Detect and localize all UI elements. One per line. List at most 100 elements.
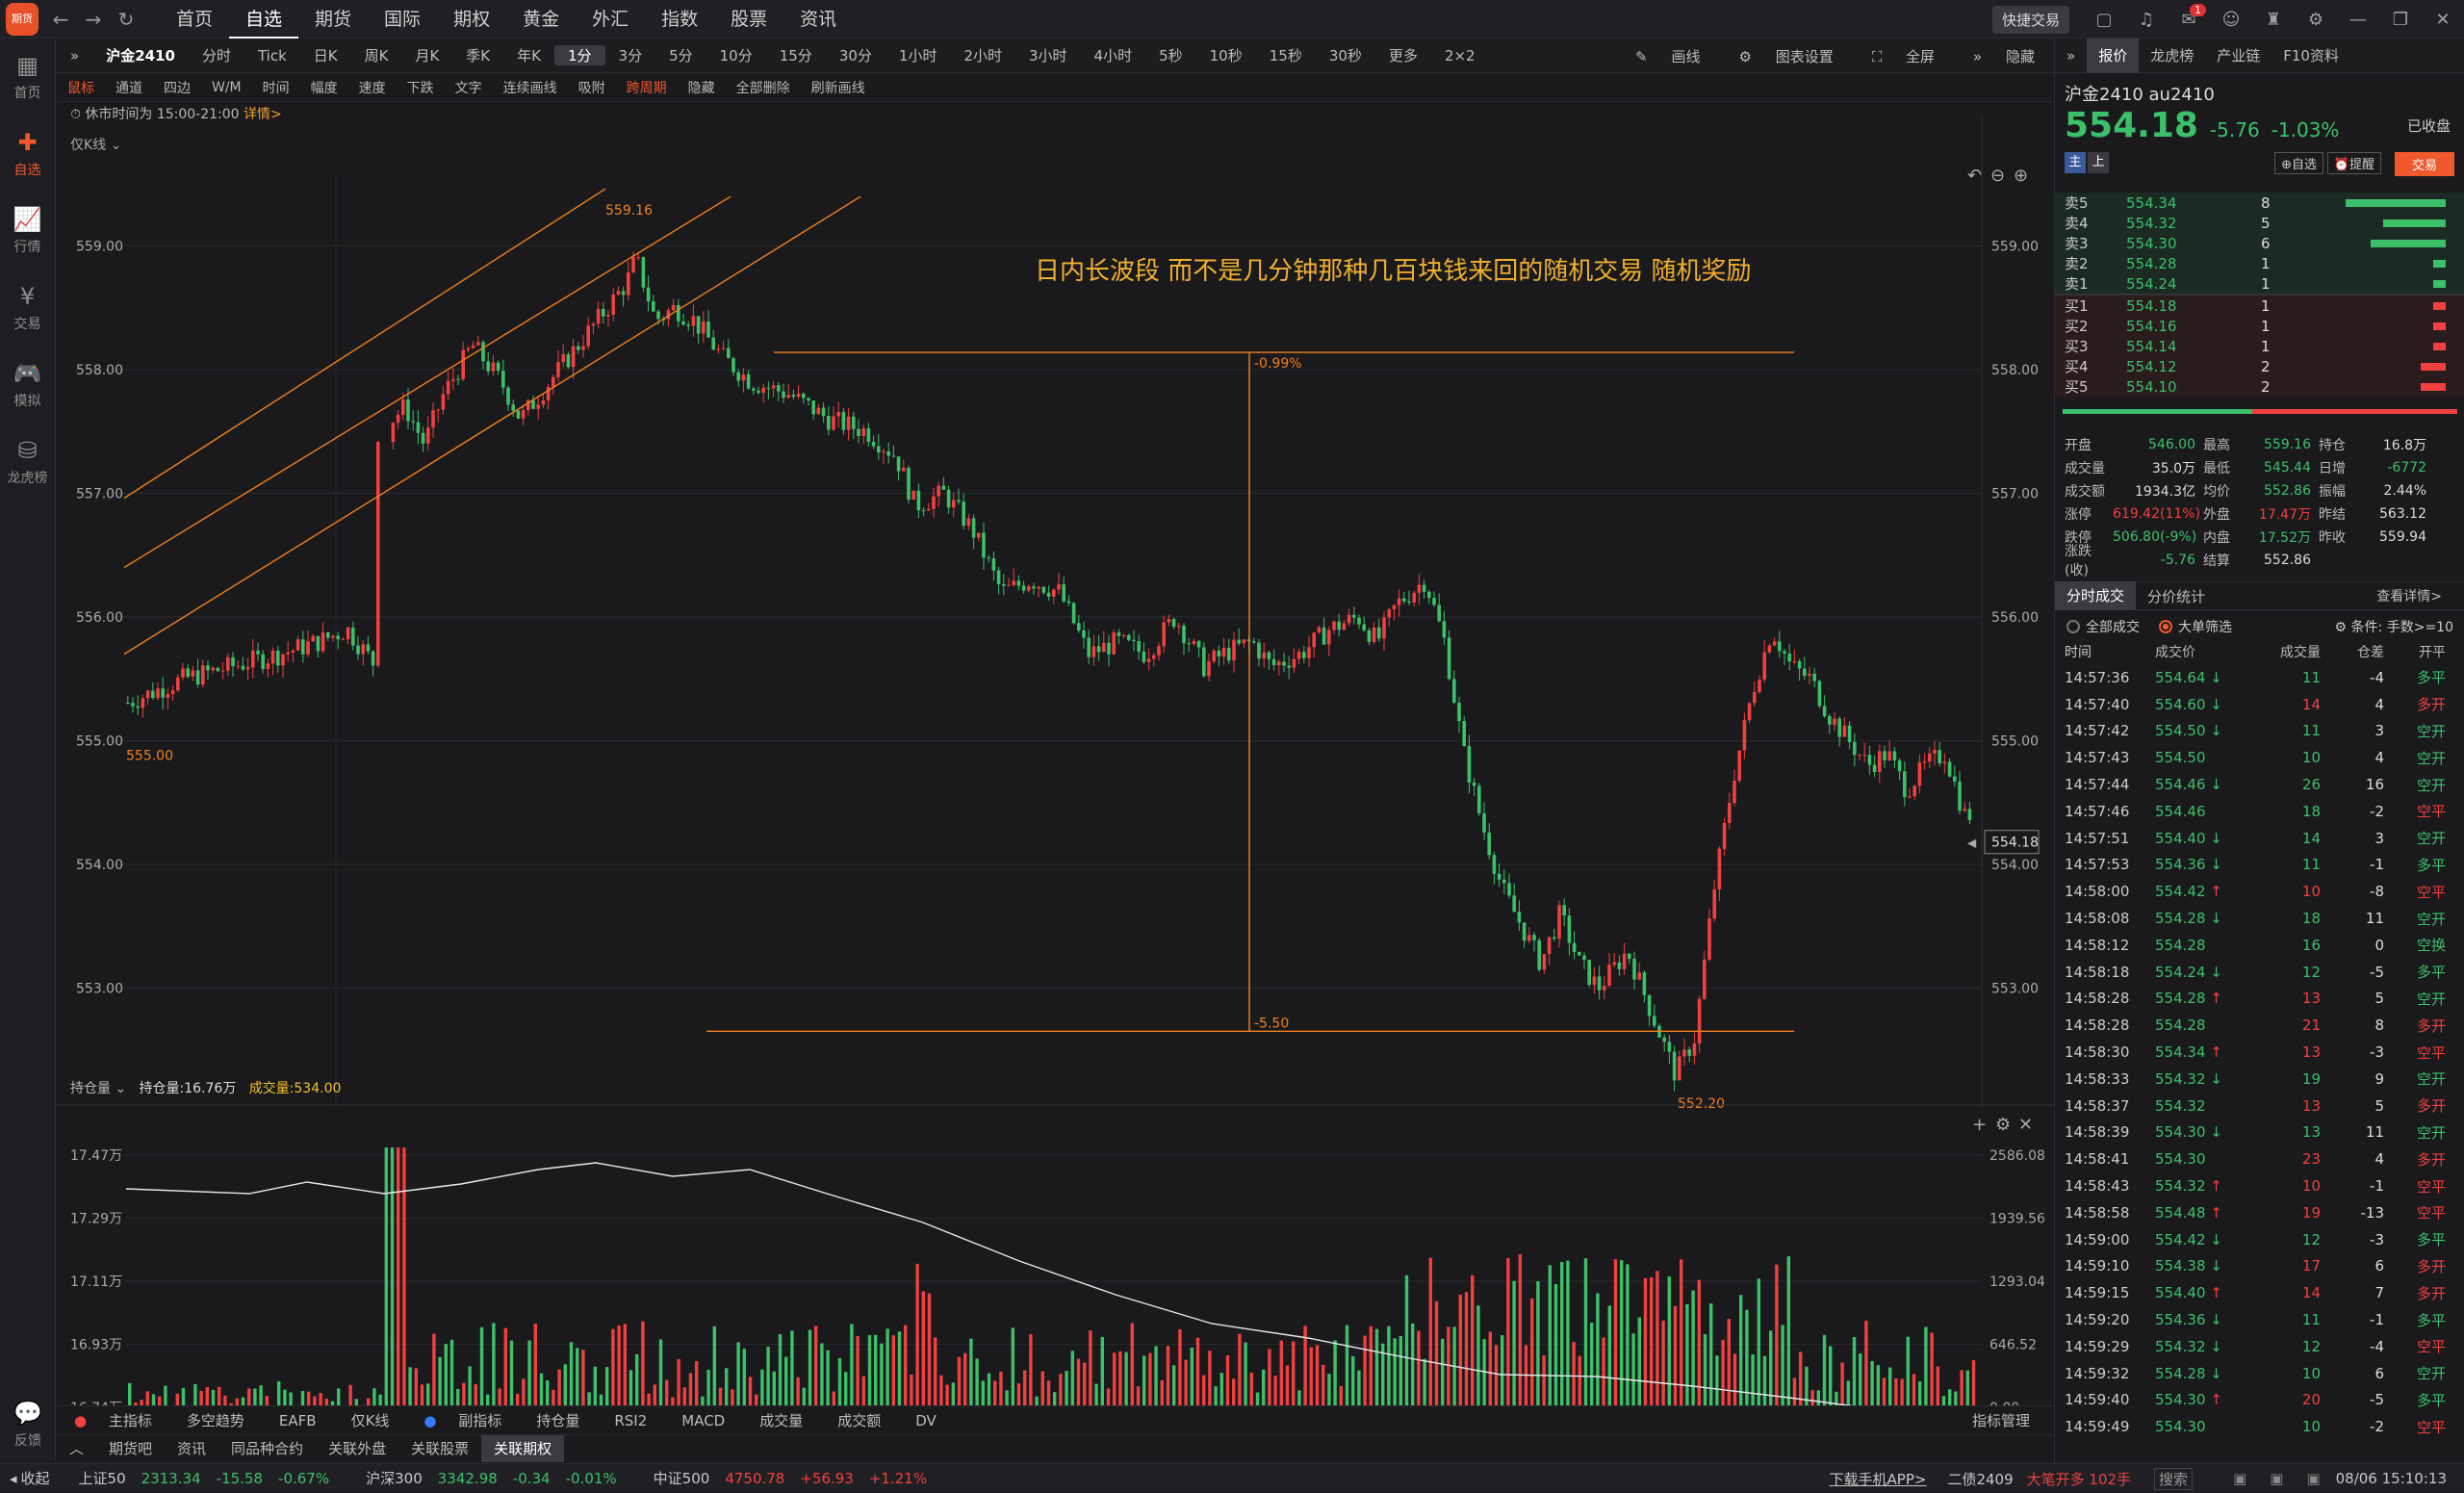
quote-tab-2[interactable]: 产业链 [2205,45,2272,65]
indicator-6[interactable]: RSI2 [597,1412,664,1429]
news-symbol[interactable]: 二债2409 [1943,1469,2016,1489]
radio-big[interactable] [2159,620,2172,633]
zoom-in-icon[interactable]: ⊕ [2014,166,2028,186]
timeframe-18[interactable]: 10秒 [1196,45,1256,65]
sidebar-feedback[interactable]: 💬 反馈 [0,1386,56,1463]
indicator-0[interactable]: ● 主指标 [57,1410,169,1430]
draw-line-button[interactable]: ✎ 画线 [1616,46,1719,66]
sub-close-icon[interactable]: ✕ [2018,1115,2033,1135]
sidebar-item[interactable]: ▦ 首页 [0,39,55,116]
add-watch-button[interactable]: ⊕自选 [2274,152,2323,174]
nav-item[interactable]: 黄金 [506,0,576,39]
order-row[interactable]: 买1 554.18 1 [2055,296,2464,316]
tab-tick-trades[interactable]: 分时成交 [2055,581,2137,610]
timeframe-21[interactable]: 更多 [1375,45,1431,65]
indicator-2[interactable]: EAFB [262,1412,334,1429]
trade-button[interactable]: 交易 [2394,152,2454,176]
nav-item[interactable]: 国际 [368,0,437,39]
nav-item[interactable]: 自选 [229,0,299,39]
related-tab-0[interactable]: 期货吧 [96,1438,165,1458]
related-tab-3[interactable]: 关联外盘 [316,1438,398,1458]
minimize-icon[interactable]: — [2337,10,2379,30]
timeframe-15[interactable]: 3小时 [1015,45,1081,65]
restore-icon[interactable]: ❐ [2379,10,2422,30]
symbol-tab[interactable]: 沪金2410 [92,45,189,65]
sidebar-item[interactable]: 🎮 模拟 [0,347,55,424]
timeframe-6[interactable]: 年K [503,45,554,65]
window-icon[interactable]: ▢ [2083,10,2125,30]
sidebar-item[interactable]: ¥ 交易 [0,270,55,347]
order-row[interactable]: 卖4 554.32 5 [2055,213,2464,233]
indicator-1[interactable]: 多空趋势 [169,1410,262,1430]
sub-settings-icon[interactable]: ⚙ [1995,1115,2011,1135]
kline-chart[interactable]: 559.00 559.00 558.00 558.00 557.00 557.00 556.… [57,77,2054,1405]
undo-icon[interactable]: ↶ [1967,166,1982,186]
indicator-3[interactable]: 仅K线 [334,1410,407,1430]
radio-all[interactable] [2066,620,2080,633]
close-icon[interactable]: ✕ [2422,10,2464,30]
timeframe-10[interactable]: 10分 [706,45,766,65]
timeframe-22[interactable]: 2×2 [1431,47,1489,64]
indicator-10[interactable]: DV [898,1412,954,1429]
quote-tab-3[interactable]: F10资料 [2272,45,2350,65]
timeframe-20[interactable]: 30秒 [1316,45,1375,65]
order-row[interactable]: 卖1 554.24 1 [2055,273,2464,294]
link-icon[interactable]: ▣ [2229,1470,2250,1487]
timeframe-7[interactable]: 1分 [553,45,605,65]
back-icon[interactable]: ← [44,0,77,39]
order-row[interactable]: 卖2 554.28 1 [2055,253,2464,273]
bell-icon[interactable]: ♫ [2125,10,2168,30]
timeframe-1[interactable]: Tick [244,47,300,64]
nav-item[interactable]: 外汇 [576,0,645,39]
settings-icon[interactable]: ⚙ [2295,10,2337,30]
related-tab-2[interactable]: 同品种合约 [218,1438,316,1458]
nav-item[interactable]: 首页 [160,0,229,39]
order-row[interactable]: 买2 554.16 1 [2055,316,2464,336]
index-quote[interactable]: 中证500 4750.78 +56.93 +1.21% [646,1468,942,1488]
fullscreen-button[interactable]: ⛶ 全屏 [1853,46,1954,66]
chart-settings-button[interactable]: ⚙ 图表设置 [1720,46,1853,66]
order-row[interactable]: 买5 554.10 2 [2055,376,2464,397]
timeframe-13[interactable]: 1小时 [886,45,951,65]
sidebar-item[interactable]: ✚ 自选 [0,116,55,193]
nav-item[interactable]: 股票 [714,0,783,39]
timeframe-19[interactable]: 15秒 [1256,45,1316,65]
collapse-icon[interactable]: ︿ [57,1438,96,1458]
trade-list[interactable]: 14:57:36 554.64 ↓ 11 -4 多平 14:57:40 554.60 ↓ 14… [2055,664,2464,1440]
filter-condition[interactable]: ⚙ 条件: 手数>=10 [2335,617,2453,636]
nav-item[interactable]: 资讯 [783,0,853,39]
timeframe-0[interactable]: 分时 [189,45,244,65]
timeframe-8[interactable]: 3分 [605,45,656,65]
timeframe-5[interactable]: 季K [452,45,503,65]
related-tab-1[interactable]: 资讯 [165,1438,218,1458]
tab-price-stats[interactable]: 分价统计 [2136,586,2217,606]
zoom-out-icon[interactable]: ⊖ [1990,166,2005,186]
quick-trade-button[interactable]: 快捷交易 [1991,5,2069,34]
forward-icon[interactable]: → [77,0,110,39]
timeframe-14[interactable]: 2小时 [950,45,1015,65]
sidebar-item[interactable]: 📈 行情 [0,193,55,270]
view-detail-link[interactable]: 查看详情> [2365,586,2453,605]
timeframe-4[interactable]: 月K [401,45,452,65]
collapse-button[interactable]: ◂ 收起 [0,1468,58,1488]
order-row[interactable]: 卖5 554.34 8 [2055,193,2464,213]
indicator-4[interactable]: ● 副指标 [406,1410,519,1430]
related-tab-5[interactable]: 关联期权 [481,1434,565,1462]
related-tab-4[interactable]: 关联股票 [398,1438,481,1458]
sidebar-item[interactable]: ⛁ 龙虎榜 [0,424,55,501]
nav-item[interactable]: 指数 [645,0,714,39]
sub-indicator-label[interactable]: 持仓量 [70,1081,111,1096]
expand-right-icon[interactable]: » [2055,47,2087,64]
hide-button[interactable]: » 隐藏 [1954,46,2054,66]
download-app-link[interactable]: 下载手机APP> [1826,1469,1931,1489]
order-row[interactable]: 买4 554.12 2 [2055,356,2464,376]
timeframe-16[interactable]: 4小时 [1081,45,1146,65]
quote-tab-0[interactable]: 报价 [2087,38,2140,73]
timeframe-3[interactable]: 周K [351,45,402,65]
shirt-icon[interactable]: ♜ [2252,10,2295,30]
indicator-8[interactable]: 成交量 [742,1410,820,1430]
up-button[interactable]: 上 [2088,152,2109,173]
timeframe-17[interactable]: 5秒 [1145,45,1196,65]
nav-item[interactable]: 期权 [437,0,506,39]
app-logo[interactable]: 期货 [0,0,44,39]
